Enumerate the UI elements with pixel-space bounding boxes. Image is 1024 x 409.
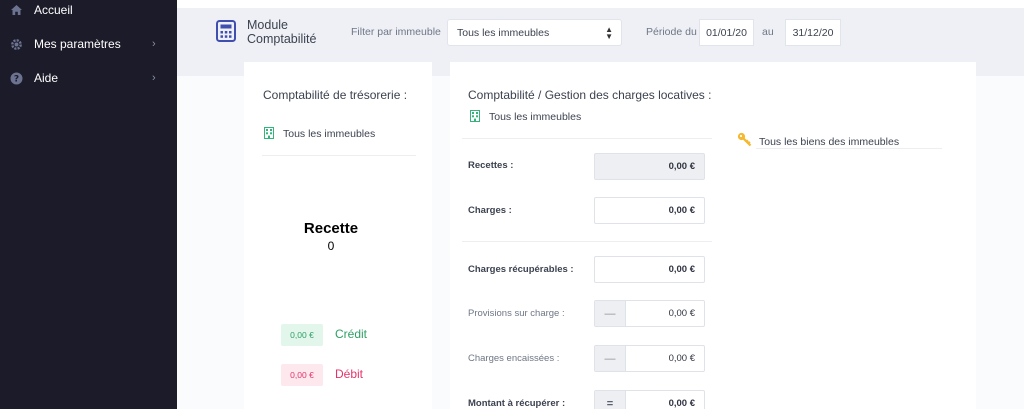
chevron-right-icon: › <box>152 38 156 50</box>
recettes-label: Recettes : <box>468 160 514 171</box>
equals-icon: = <box>595 391 626 409</box>
filter-label: Filter par immeuble <box>351 26 441 38</box>
sidebar-item-label: Aide <box>34 71 59 85</box>
recettes-field: 0,00 € <box>594 153 705 180</box>
cash-accounting-title: Comptabilité de trésorerie : <box>263 88 408 102</box>
recoverable-charges-label: Charges récupérables : <box>468 264 574 275</box>
top-strip <box>177 0 1024 8</box>
svg-text:?: ? <box>14 74 19 84</box>
sidebar: Accueil Mes paramètres › ? Aide › <box>0 0 177 409</box>
building-filter-select[interactable]: Tous les immeubles ▲ ▼ <box>447 19 622 46</box>
select-value: Tous les immeubles <box>457 26 550 39</box>
help-icon: ? <box>10 72 23 85</box>
charges-label: Charges : <box>468 205 512 216</box>
charges-field[interactable]: 0,00 € <box>594 197 705 224</box>
home-icon <box>10 4 23 17</box>
field-value: 0,00 € <box>668 353 695 364</box>
building-icon <box>470 109 480 122</box>
date-from-input[interactable]: 01/01/20 <box>699 19 754 46</box>
debit-label: Débit <box>335 367 364 381</box>
sidebar-item-parametres[interactable]: Mes paramètres › <box>0 31 177 57</box>
chevron-right-icon: › <box>152 72 156 84</box>
select-arrows-icon: ▲ ▼ <box>605 25 613 41</box>
minus-icon: — <box>595 346 626 371</box>
sidebar-item-accueil[interactable]: Accueil <box>0 0 177 23</box>
recette-value: 0 <box>327 239 335 253</box>
divider <box>462 138 712 139</box>
calculator-icon <box>216 20 236 42</box>
sidebar-item-aide[interactable]: ? Aide › <box>0 65 177 91</box>
credit-label: Crédit <box>335 327 368 341</box>
field-value: 0,00 € <box>668 308 695 319</box>
amount-to-recover-label: Montant à récupérer : <box>468 398 566 409</box>
charge-provisions-field[interactable]: — 0,00 € <box>594 300 705 327</box>
recoverable-charges-field[interactable]: 0,00 € <box>594 256 705 283</box>
scope-label: Tous les immeubles <box>489 111 582 123</box>
rental-charges-title: Comptabilité / Gestion des charges locat… <box>468 88 712 102</box>
field-value: 0,00 € <box>668 398 695 409</box>
debit-amount-badge: 0,00 € <box>281 364 323 386</box>
building-icon <box>264 126 274 139</box>
scope-label: Tous les immeubles <box>283 128 376 140</box>
divider <box>262 155 416 156</box>
gear-icon <box>10 38 23 51</box>
recette-title: Recette <box>303 220 359 237</box>
credit-amount-badge: 0,00 € <box>281 324 323 346</box>
properties-label: Tous les biens des immeubles <box>759 136 900 148</box>
sidebar-item-label: Accueil <box>34 3 73 17</box>
amount-to-recover-field: = 0,00 € <box>594 390 705 409</box>
period-label: Période du : <box>646 26 703 38</box>
minus-icon: — <box>595 301 626 326</box>
key-icon <box>737 132 752 147</box>
page-title: Module Comptabilité <box>247 18 317 46</box>
divider <box>756 148 942 149</box>
period-separator-label: au <box>762 26 774 38</box>
date-to-input[interactable]: 31/12/20 <box>785 19 841 46</box>
collected-charges-label: Charges encaissées : <box>468 353 560 364</box>
divider <box>462 241 712 242</box>
sidebar-item-label: Mes paramètres <box>34 37 121 51</box>
charge-provisions-label: Provisions sur charge : <box>468 308 565 319</box>
collected-charges-field[interactable]: — 0,00 € <box>594 345 705 372</box>
